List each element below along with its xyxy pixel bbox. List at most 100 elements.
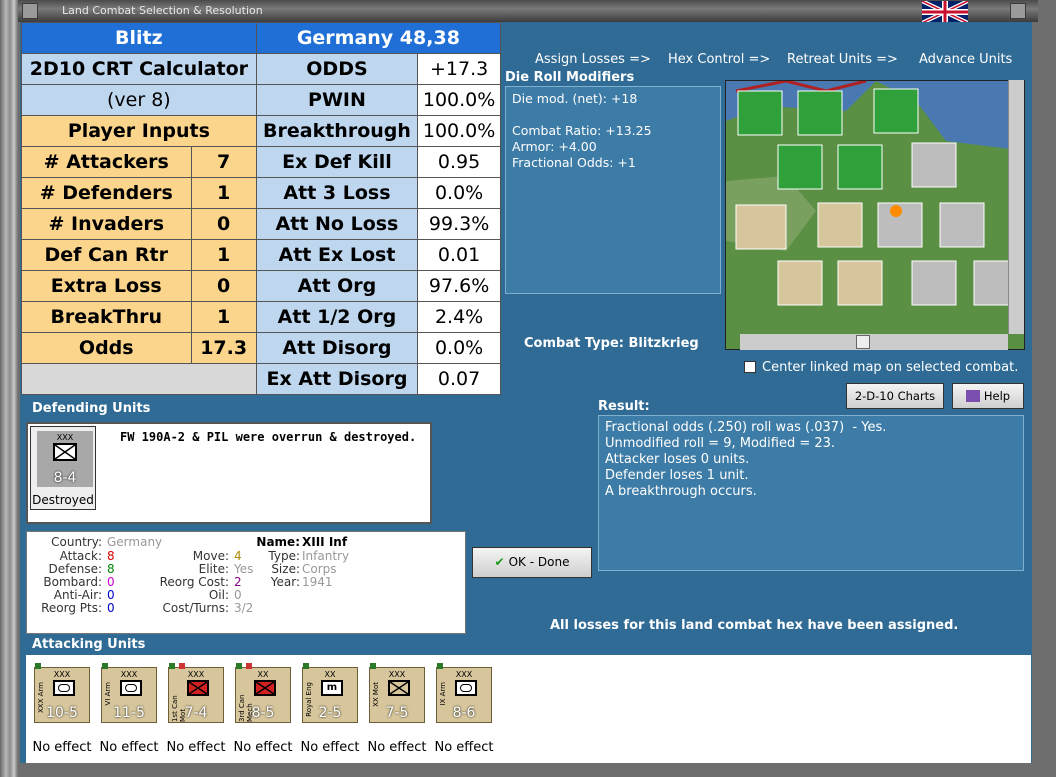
info-value: 0 <box>107 601 115 615</box>
result-value: 0.01 <box>417 239 501 271</box>
tab-assign-losses[interactable]: Assign Losses => <box>535 52 651 67</box>
map-counter[interactable] <box>911 260 957 306</box>
armor-symbol-icon <box>455 680 477 696</box>
info-label: Size: <box>271 562 300 576</box>
map-counter[interactable] <box>735 204 787 250</box>
result-label: ODDS <box>255 53 419 85</box>
result-value: 0.0% <box>417 177 501 209</box>
ok-done-button[interactable]: ✔ OK - Done <box>472 547 592 578</box>
map-counter[interactable] <box>737 90 783 136</box>
info-value: 4 <box>234 549 242 563</box>
input-value[interactable]: 0 <box>190 270 257 302</box>
input-value[interactable]: 7 <box>190 146 257 178</box>
defending-title: Defending Units <box>32 401 151 416</box>
result-line: Unmodified roll = 9, Modified = 23. <box>605 436 836 451</box>
ok-done-label: OK - Done <box>508 555 570 569</box>
drm-line: Die mod. (net): +18 <box>512 91 638 106</box>
combat-type-label: Combat Type: <box>524 336 624 351</box>
tab-hex-control[interactable]: Hex Control => <box>668 52 770 67</box>
result-title: Result: <box>598 399 650 414</box>
info-value: 2 <box>234 575 242 589</box>
scroll-thumb[interactable] <box>856 335 870 349</box>
info-label: Name: <box>256 535 300 549</box>
unit-effect: No effect <box>434 740 494 755</box>
result-value: 2.4% <box>417 301 501 333</box>
phase-tabs: Assign Losses => Hex Control => Retreat … <box>505 46 1031 70</box>
unit-info-panel: Country: Germany Attack: 8 Defense: 8 Bo… <box>26 531 466 634</box>
attacker-unit[interactable]: XXX IX Arm 8-6 No effect <box>434 663 506 757</box>
info-label: Reorg Pts: <box>41 601 102 615</box>
input-value[interactable]: 1 <box>190 239 257 271</box>
map-counter[interactable] <box>873 88 919 134</box>
info-value: 8 <box>107 549 115 563</box>
center-map-option[interactable]: Center linked map on selected combat. <box>744 360 1018 375</box>
unit-effect: No effect <box>166 740 226 755</box>
drm-line: Fractional Odds: +1 <box>512 155 636 170</box>
input-label: # Attackers <box>21 146 192 178</box>
close-icon[interactable] <box>1010 3 1026 19</box>
tab-advance-units[interactable]: Advance Units <box>919 52 1012 67</box>
crt-header-right: Germany 48,38 <box>255 22 502 54</box>
map-counter[interactable] <box>777 260 823 306</box>
map-counter[interactable] <box>837 144 883 190</box>
charts-button[interactable]: 2-D-10 Charts <box>846 383 944 409</box>
status-message: All losses for this land combat hex have… <box>550 618 959 633</box>
counter-size: XXX <box>53 670 71 679</box>
info-value: Yes <box>234 562 254 576</box>
title-bar[interactable]: Land Combat Selection & Resolution <box>18 0 1038 22</box>
info-value: 3/2 <box>234 601 254 615</box>
info-label: Cost/Turns: <box>162 601 229 615</box>
unit-effect: No effect <box>233 740 293 755</box>
info-value: 0 <box>234 588 242 602</box>
result-label: Att No Loss <box>255 208 419 240</box>
result-value: 0.07 <box>417 363 501 395</box>
info-value: XIII Inf <box>302 535 348 549</box>
unit-effect: No effect <box>367 740 427 755</box>
counter-size: XXX <box>187 670 205 679</box>
help-button[interactable]: Help <box>952 383 1024 409</box>
result-box: Fractional odds (.250) roll was (.037) -… <box>598 415 1024 571</box>
uk-flag-icon <box>922 1 968 23</box>
map-counter[interactable] <box>837 260 883 306</box>
result-line: A breakthrough occurs. <box>605 484 757 499</box>
result-value: 97.6% <box>417 270 501 302</box>
result-label: Att Org <box>255 270 419 302</box>
center-map-checkbox[interactable] <box>744 361 756 373</box>
info-label: Defense: <box>48 562 102 576</box>
result-label: Ex Def Kill <box>255 146 419 178</box>
result-value: 0.95 <box>417 146 501 178</box>
counter-value: 11-5 <box>113 705 145 721</box>
combat-type: Combat Type: Blitzkrieg <box>524 336 699 351</box>
input-value[interactable]: 1 <box>190 301 257 333</box>
map-counter[interactable] <box>939 202 985 248</box>
drm-box: Die mod. (net): +18 Combat Ratio: +13.25… <box>505 86 721 294</box>
map-counter[interactable] <box>797 90 843 136</box>
map-counter[interactable] <box>911 142 957 188</box>
checkmark-icon: ✔ <box>494 555 505 569</box>
info-label: Move: <box>192 549 229 563</box>
crt-calculator: Blitz Germany 48,38 2D10 CRT Calculator … <box>21 22 502 395</box>
defender-counter[interactable]: XXX 8-4 Destroyed <box>30 426 96 510</box>
drm-line: Combat Ratio: +13.25 <box>512 123 652 138</box>
input-value[interactable]: 1 <box>190 177 257 209</box>
system-menu-icon[interactable] <box>22 3 38 19</box>
input-label: # Invaders <box>21 208 192 240</box>
input-value[interactable]: 0 <box>190 208 257 240</box>
combat-marker-icon <box>890 205 902 217</box>
counter-size: XXX <box>388 670 406 679</box>
result-label: Att 3 Loss <box>255 177 419 209</box>
linked-map[interactable] <box>725 80 1025 350</box>
map-horizontal-scrollbar[interactable] <box>740 334 1008 350</box>
counter-size: XX <box>324 670 336 679</box>
map-vertical-scrollbar[interactable] <box>1008 80 1024 334</box>
drm-title: Die Roll Modifiers <box>505 70 635 85</box>
player-inputs-heading: Player Inputs <box>21 115 257 147</box>
combat-type-value: Blitzkrieg <box>628 336 699 351</box>
map-counter[interactable] <box>817 202 863 248</box>
info-value: Germany <box>107 535 163 549</box>
input-value[interactable]: 17.3 <box>190 332 257 364</box>
tab-retreat-units[interactable]: Retreat Units => <box>787 52 898 67</box>
counter-value: 8-5 <box>251 705 275 721</box>
map-counter[interactable] <box>777 144 823 190</box>
armor-symbol-icon <box>120 680 142 696</box>
